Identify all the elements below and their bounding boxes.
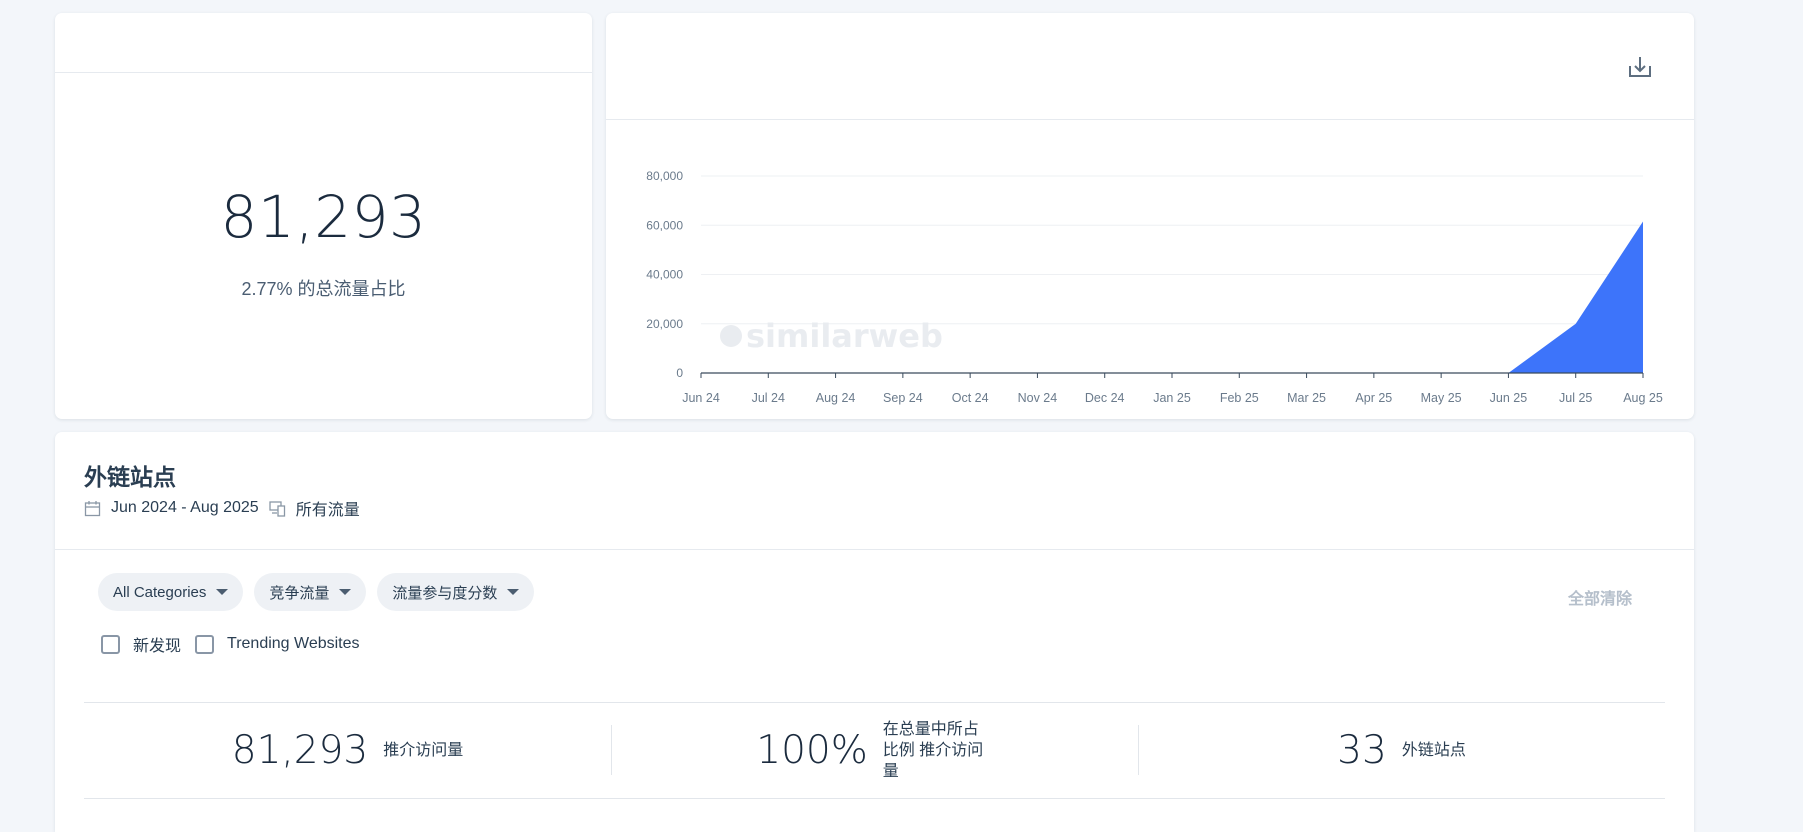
y-tick-label: 20,000 xyxy=(646,317,683,331)
engagement-score-filter[interactable]: 流量参与度分数 xyxy=(377,573,535,611)
similarweb-logo-icon xyxy=(720,325,742,347)
divider xyxy=(55,549,1694,550)
chip-label: 竞争流量 xyxy=(269,584,330,602)
stat-label: 在总量中所占比例 推介访问量 xyxy=(882,721,984,780)
x-tick-label: Jul 25 xyxy=(1559,391,1592,405)
referral-visits-card: 81,293 2.77% 的总流量占比 xyxy=(55,13,592,419)
traffic-type: 所有流量 xyxy=(295,502,360,519)
x-tick-label: Jun 24 xyxy=(682,391,720,405)
caret-down-icon xyxy=(216,589,229,595)
section-title: 外链站点 xyxy=(84,464,176,490)
area-chart: 0 20,000 40,000 60,000 80,000 similarweb Jun 2… xyxy=(646,169,1663,405)
competitive-traffic-filter[interactable]: 竞争流量 xyxy=(254,573,367,611)
new-found-checkbox[interactable] xyxy=(101,634,120,654)
x-tick-label: Nov 24 xyxy=(1018,391,1058,405)
stat-value: 33 xyxy=(1337,728,1387,773)
stat-value: 100% xyxy=(756,728,868,773)
chip-label: All Categories xyxy=(113,583,207,601)
x-tick-label: Jun 25 xyxy=(1490,391,1528,405)
x-tick-label: Dec 24 xyxy=(1085,391,1125,405)
stat-referring-sites: 33 外链站点 xyxy=(1138,703,1665,798)
filter-bar: All Categories 竞争流量 流量参与度分数 xyxy=(98,573,535,611)
chip-label: 流量参与度分数 xyxy=(392,584,498,602)
devices-icon xyxy=(269,500,285,517)
date-range: Jun 2024 - Aug 2025 xyxy=(111,499,259,516)
x-tick-label: Mar 25 xyxy=(1287,391,1326,405)
traffic-trend-card: 0 20,000 40,000 60,000 80,000 similarweb Jun 2… xyxy=(606,13,1694,419)
trending-websites-option[interactable]: Trending Websites xyxy=(195,634,360,654)
x-tick-label: Feb 25 xyxy=(1220,391,1259,405)
stat-value: 81,293 xyxy=(231,728,369,773)
clear-all-button[interactable]: 全部清除 xyxy=(1568,585,1632,609)
x-tick-label: May 25 xyxy=(1421,391,1462,405)
stat-label: 外链站点 xyxy=(1401,742,1466,759)
divider xyxy=(84,798,1665,799)
watermark-text: similarweb xyxy=(746,317,943,355)
checkbox-row: 新发现 Trending Websites xyxy=(101,632,374,656)
x-tick-label: Oct 24 xyxy=(952,391,989,405)
kpi-share-text: 2.77% 的总流量占比 xyxy=(241,279,406,299)
x-tick-label: Apr 25 xyxy=(1355,391,1392,405)
x-tick-label: Sep 24 xyxy=(883,391,923,405)
y-tick-label: 80,000 xyxy=(646,169,683,183)
stats-row: 81,293 推介访问量 100% 在总量中所占比例 推介访问量 33 外链站点 xyxy=(84,703,1665,798)
card-header xyxy=(55,13,592,73)
download-icon[interactable] xyxy=(1626,53,1654,81)
calendar-icon xyxy=(84,500,101,516)
caret-down-icon xyxy=(507,589,520,595)
y-tick-label: 40,000 xyxy=(646,268,683,282)
caret-down-icon xyxy=(339,589,352,595)
checkbox-label: 新发现 xyxy=(133,638,182,655)
x-tick-label: Jan 25 xyxy=(1153,391,1191,405)
kpi-value: 81,293 xyxy=(220,183,427,251)
category-filter[interactable]: All Categories xyxy=(98,573,244,611)
checkbox-label: Trending Websites xyxy=(227,635,360,652)
y-tick-label: 60,000 xyxy=(646,218,683,232)
stat-share: 100% 在总量中所占比例 推介访问量 xyxy=(611,703,1138,798)
new-found-option[interactable]: 新发现 xyxy=(101,632,181,656)
x-tick-label: Aug 24 xyxy=(816,391,856,405)
backlinks-section: 外链站点 Jun 2024 - Aug 2025 所有流量 All Catego… xyxy=(55,432,1694,832)
y-tick-label: 0 xyxy=(676,366,683,380)
card-header xyxy=(606,13,1694,120)
stat-label: 推介访问量 xyxy=(383,742,464,759)
stat-referral-visits: 81,293 推介访问量 xyxy=(84,703,611,798)
x-tick-label: Jul 24 xyxy=(752,391,785,405)
x-tick-label: Aug 25 xyxy=(1623,391,1663,405)
trending-websites-checkbox[interactable] xyxy=(195,634,215,654)
meta-row: Jun 2024 - Aug 2025 所有流量 xyxy=(84,496,360,520)
